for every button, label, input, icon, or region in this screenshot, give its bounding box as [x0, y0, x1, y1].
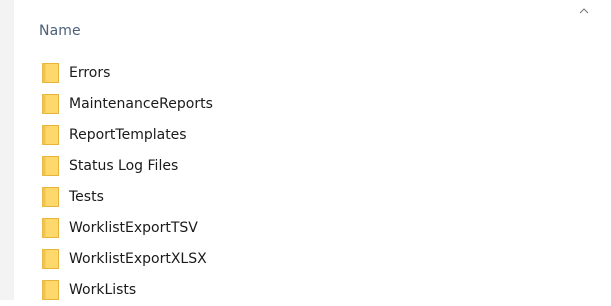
list-item[interactable]: Status Log Files — [14, 151, 611, 182]
list-item[interactable]: WorklistExportTSV — [14, 213, 611, 244]
list-item[interactable]: WorkLists — [14, 275, 611, 306]
folder-icon — [42, 156, 59, 176]
file-name: Status Log Files — [69, 158, 179, 174]
chevron-up-icon[interactable] — [577, 6, 591, 16]
navigation-pane-edge — [0, 0, 14, 300]
name-column-header[interactable]: Name — [14, 0, 611, 52]
file-name: MaintenanceReports — [69, 96, 213, 112]
list-item[interactable]: Errors — [14, 58, 611, 89]
list-item[interactable]: MaintenanceReports — [14, 89, 611, 120]
list-item[interactable]: ReportTemplates — [14, 120, 611, 151]
folder-icon — [42, 94, 59, 114]
folder-icon — [42, 187, 59, 207]
folder-icon — [42, 218, 59, 238]
list-item[interactable]: Tests — [14, 182, 611, 213]
file-name: Errors — [69, 65, 111, 81]
file-name: ReportTemplates — [69, 127, 187, 143]
file-list: Errors MaintenanceReports ReportTemplate… — [14, 58, 611, 306]
name-column-header-label: Name — [39, 23, 81, 39]
file-name: WorkLists — [69, 282, 137, 298]
file-list-pane: Name Errors MaintenanceReports ReportTem… — [14, 0, 611, 300]
list-item[interactable]: WorklistExportXLSX — [14, 244, 611, 275]
folder-icon — [42, 63, 59, 83]
folder-icon — [42, 280, 59, 300]
file-name: WorklistExportTSV — [69, 220, 198, 236]
folder-icon — [42, 125, 59, 145]
file-name: WorklistExportXLSX — [69, 251, 207, 267]
file-name: Tests — [69, 189, 104, 205]
folder-icon — [42, 249, 59, 269]
